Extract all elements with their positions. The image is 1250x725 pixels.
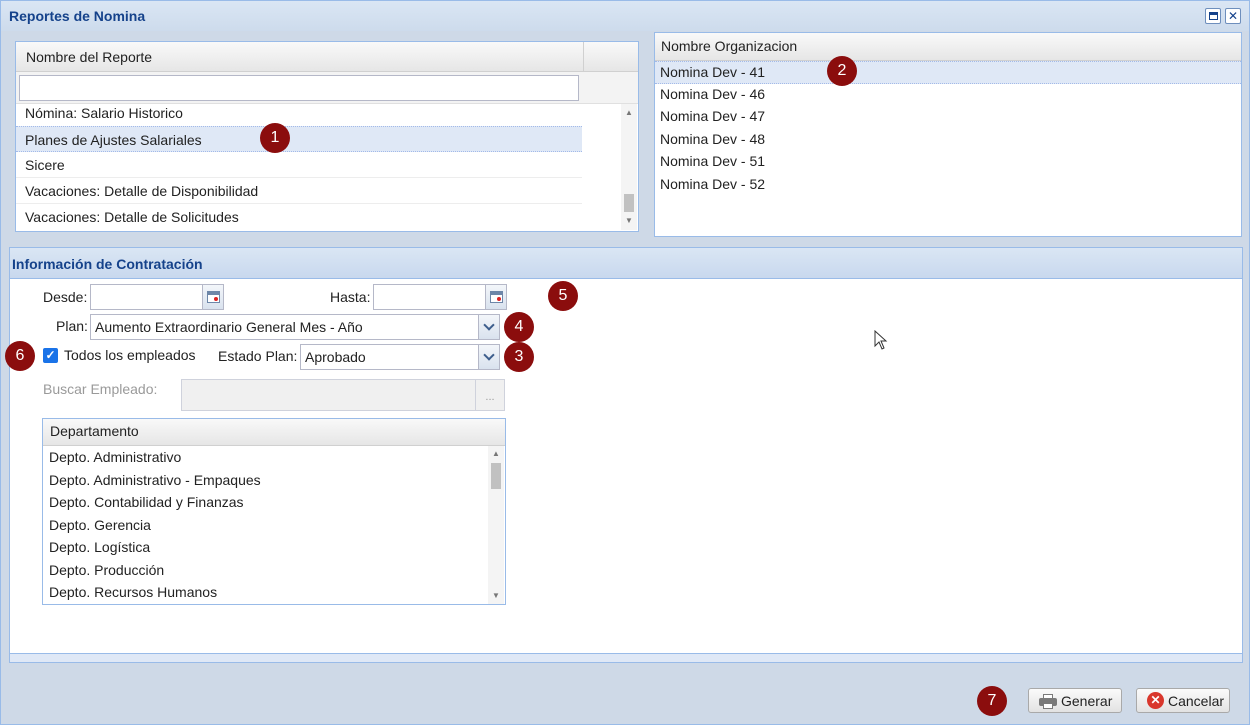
dept-row-gerencia[interactable]: Depto. Gerencia xyxy=(43,514,488,537)
org-grid: Nombre Organizacion Nomina Dev - 41 Nomi… xyxy=(654,32,1242,237)
plan-select[interactable]: Aumento Extraordinario General Mes - Año xyxy=(90,314,500,340)
report-row-vac-disp[interactable]: Vacaciones: Detalle de Disponibilidad xyxy=(16,178,582,204)
reports-filter-input[interactable] xyxy=(19,75,579,101)
contract-info-title: Información de Contratación xyxy=(12,256,203,272)
org-column-header[interactable]: Nombre Organizacion xyxy=(661,38,797,54)
org-grid-header: Nombre Organizacion xyxy=(655,33,1241,61)
reports-grid: Nombre del Reporte Nómina: Salario Histo… xyxy=(15,41,639,232)
buscar-empleado-label: Buscar Empleado: xyxy=(43,381,158,397)
dept-row-administrativo[interactable]: Depto. Administrativo xyxy=(43,446,488,469)
report-row-sicere[interactable]: Sicere xyxy=(16,152,582,178)
annotation-marker-5: 5 xyxy=(548,281,578,311)
window-title: Reportes de Nomina xyxy=(9,8,146,24)
report-window: Reportes de Nomina ✕ Nombre del Reporte … xyxy=(0,0,1250,725)
contract-info-header: Información de Contratación xyxy=(10,248,1242,279)
desde-calendar-icon[interactable] xyxy=(202,284,224,310)
department-grid: Departamento Depto. Administrativo Depto… xyxy=(42,418,506,605)
department-scroll-thumb[interactable] xyxy=(491,463,501,489)
org-row-48[interactable]: Nomina Dev - 48 xyxy=(655,129,1241,152)
window-titlebar: Reportes de Nomina ✕ xyxy=(1,1,1249,31)
todos-checkbox[interactable]: ✓ xyxy=(43,348,58,363)
printer-icon xyxy=(1039,693,1057,709)
department-column-header[interactable]: Departamento xyxy=(50,423,139,439)
cancel-button-label: Cancelar xyxy=(1168,692,1225,709)
annotation-marker-1: 1 xyxy=(260,123,290,153)
reports-scrollbar[interactable]: ▲ ▼ xyxy=(621,104,637,230)
plan-label: Plan: xyxy=(56,318,88,334)
estado-plan-value: Aprobado xyxy=(305,349,366,365)
annotation-marker-4: 4 xyxy=(504,312,534,342)
department-scrollbar[interactable]: ▲ ▼ xyxy=(488,446,504,604)
org-row-51[interactable]: Nomina Dev - 51 xyxy=(655,151,1241,174)
org-row-47[interactable]: Nomina Dev - 47 xyxy=(655,106,1241,129)
scroll-down-icon[interactable]: ▼ xyxy=(621,214,637,228)
scroll-up-icon[interactable]: ▲ xyxy=(621,106,637,120)
reports-column-header[interactable]: Nombre del Reporte xyxy=(26,49,152,65)
ellipsis-icon: ... xyxy=(485,391,495,403)
maximize-icon[interactable] xyxy=(1205,8,1221,24)
org-row-46[interactable]: Nomina Dev - 46 xyxy=(655,84,1241,107)
report-row-planes[interactable]: Planes de Ajustes Salariales xyxy=(16,126,582,152)
dept-row-empaques[interactable]: Depto. Administrativo - Empaques xyxy=(43,469,488,492)
estado-chevron-down-icon[interactable] xyxy=(478,344,500,370)
report-row-salario[interactable]: Nómina: Salario Historico xyxy=(16,104,582,127)
department-grid-header: Departamento xyxy=(43,419,505,446)
plan-select-value: Aumento Extraordinario General Mes - Año xyxy=(95,319,363,335)
todos-label[interactable]: Todos los empleados xyxy=(64,347,196,363)
estado-plan-label: Estado Plan: xyxy=(218,348,298,364)
contract-info-panel: Información de Contratación Desde: Hasta… xyxy=(9,247,1243,663)
org-row-52[interactable]: Nomina Dev - 52 xyxy=(655,174,1241,197)
report-row-vac-sol[interactable]: Vacaciones: Detalle de Solicitudes xyxy=(16,204,582,230)
close-icon[interactable]: ✕ xyxy=(1225,8,1241,24)
mouse-cursor-icon xyxy=(874,330,888,350)
buscar-empleado-button[interactable]: ... xyxy=(475,379,505,411)
annotation-marker-2: 2 xyxy=(827,56,857,86)
reports-scroll-thumb[interactable] xyxy=(624,194,634,212)
annotation-marker-7: 7 xyxy=(977,686,1007,716)
hasta-calendar-icon[interactable] xyxy=(485,284,507,310)
desde-label: Desde: xyxy=(43,289,88,305)
generate-button-label: Generar xyxy=(1061,692,1113,709)
dept-row-produccion[interactable]: Depto. Producción xyxy=(43,559,488,582)
annotation-marker-3: 3 xyxy=(504,342,534,372)
annotation-marker-6: 6 xyxy=(5,341,35,371)
dept-scroll-down-icon[interactable]: ▼ xyxy=(488,589,504,603)
estado-plan-select[interactable]: Aprobado xyxy=(300,344,500,370)
dept-row-logistica[interactable]: Depto. Logística xyxy=(43,536,488,559)
buscar-empleado-field[interactable] xyxy=(181,379,476,411)
dept-row-contabilidad[interactable]: Depto. Contabilidad y Finanzas xyxy=(43,491,488,514)
cancel-button[interactable]: ✕ Cancelar xyxy=(1136,688,1230,713)
org-row-41[interactable]: Nomina Dev - 41 xyxy=(655,61,1241,84)
cancel-icon: ✕ xyxy=(1147,692,1164,709)
generate-button[interactable]: Generar xyxy=(1028,688,1122,713)
hasta-date-field[interactable] xyxy=(373,284,507,310)
plan-chevron-down-icon[interactable] xyxy=(478,314,500,340)
reports-filter-row xyxy=(16,72,638,104)
dept-row-recursos-humanos[interactable]: Depto. Recursos Humanos xyxy=(43,581,488,604)
dept-scroll-up-icon[interactable]: ▲ xyxy=(488,447,504,461)
desde-date-field[interactable] xyxy=(90,284,224,310)
hasta-label: Hasta: xyxy=(330,289,371,305)
reports-grid-header: Nombre del Reporte xyxy=(16,42,638,72)
